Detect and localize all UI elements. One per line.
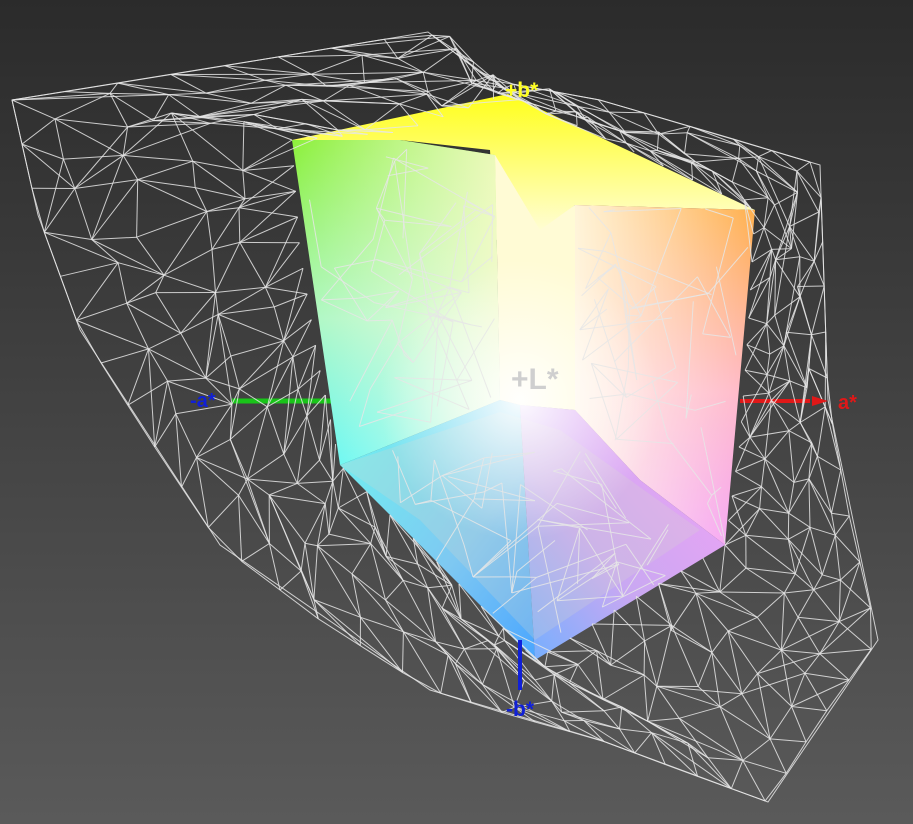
axis-label-b-minus: -b*: [506, 698, 534, 721]
axis-label-l-plus: +L*: [511, 363, 559, 396]
axis-label-a-plus: a*: [838, 392, 857, 414]
axis-label-a-minus: -a*: [190, 390, 216, 412]
gamut-3d-view[interactable]: [0, 0, 913, 824]
gamut-viewer[interactable]: +b* +L* a* -a* -b*: [0, 0, 913, 824]
axis-label-b-plus: +b*: [505, 79, 539, 102]
